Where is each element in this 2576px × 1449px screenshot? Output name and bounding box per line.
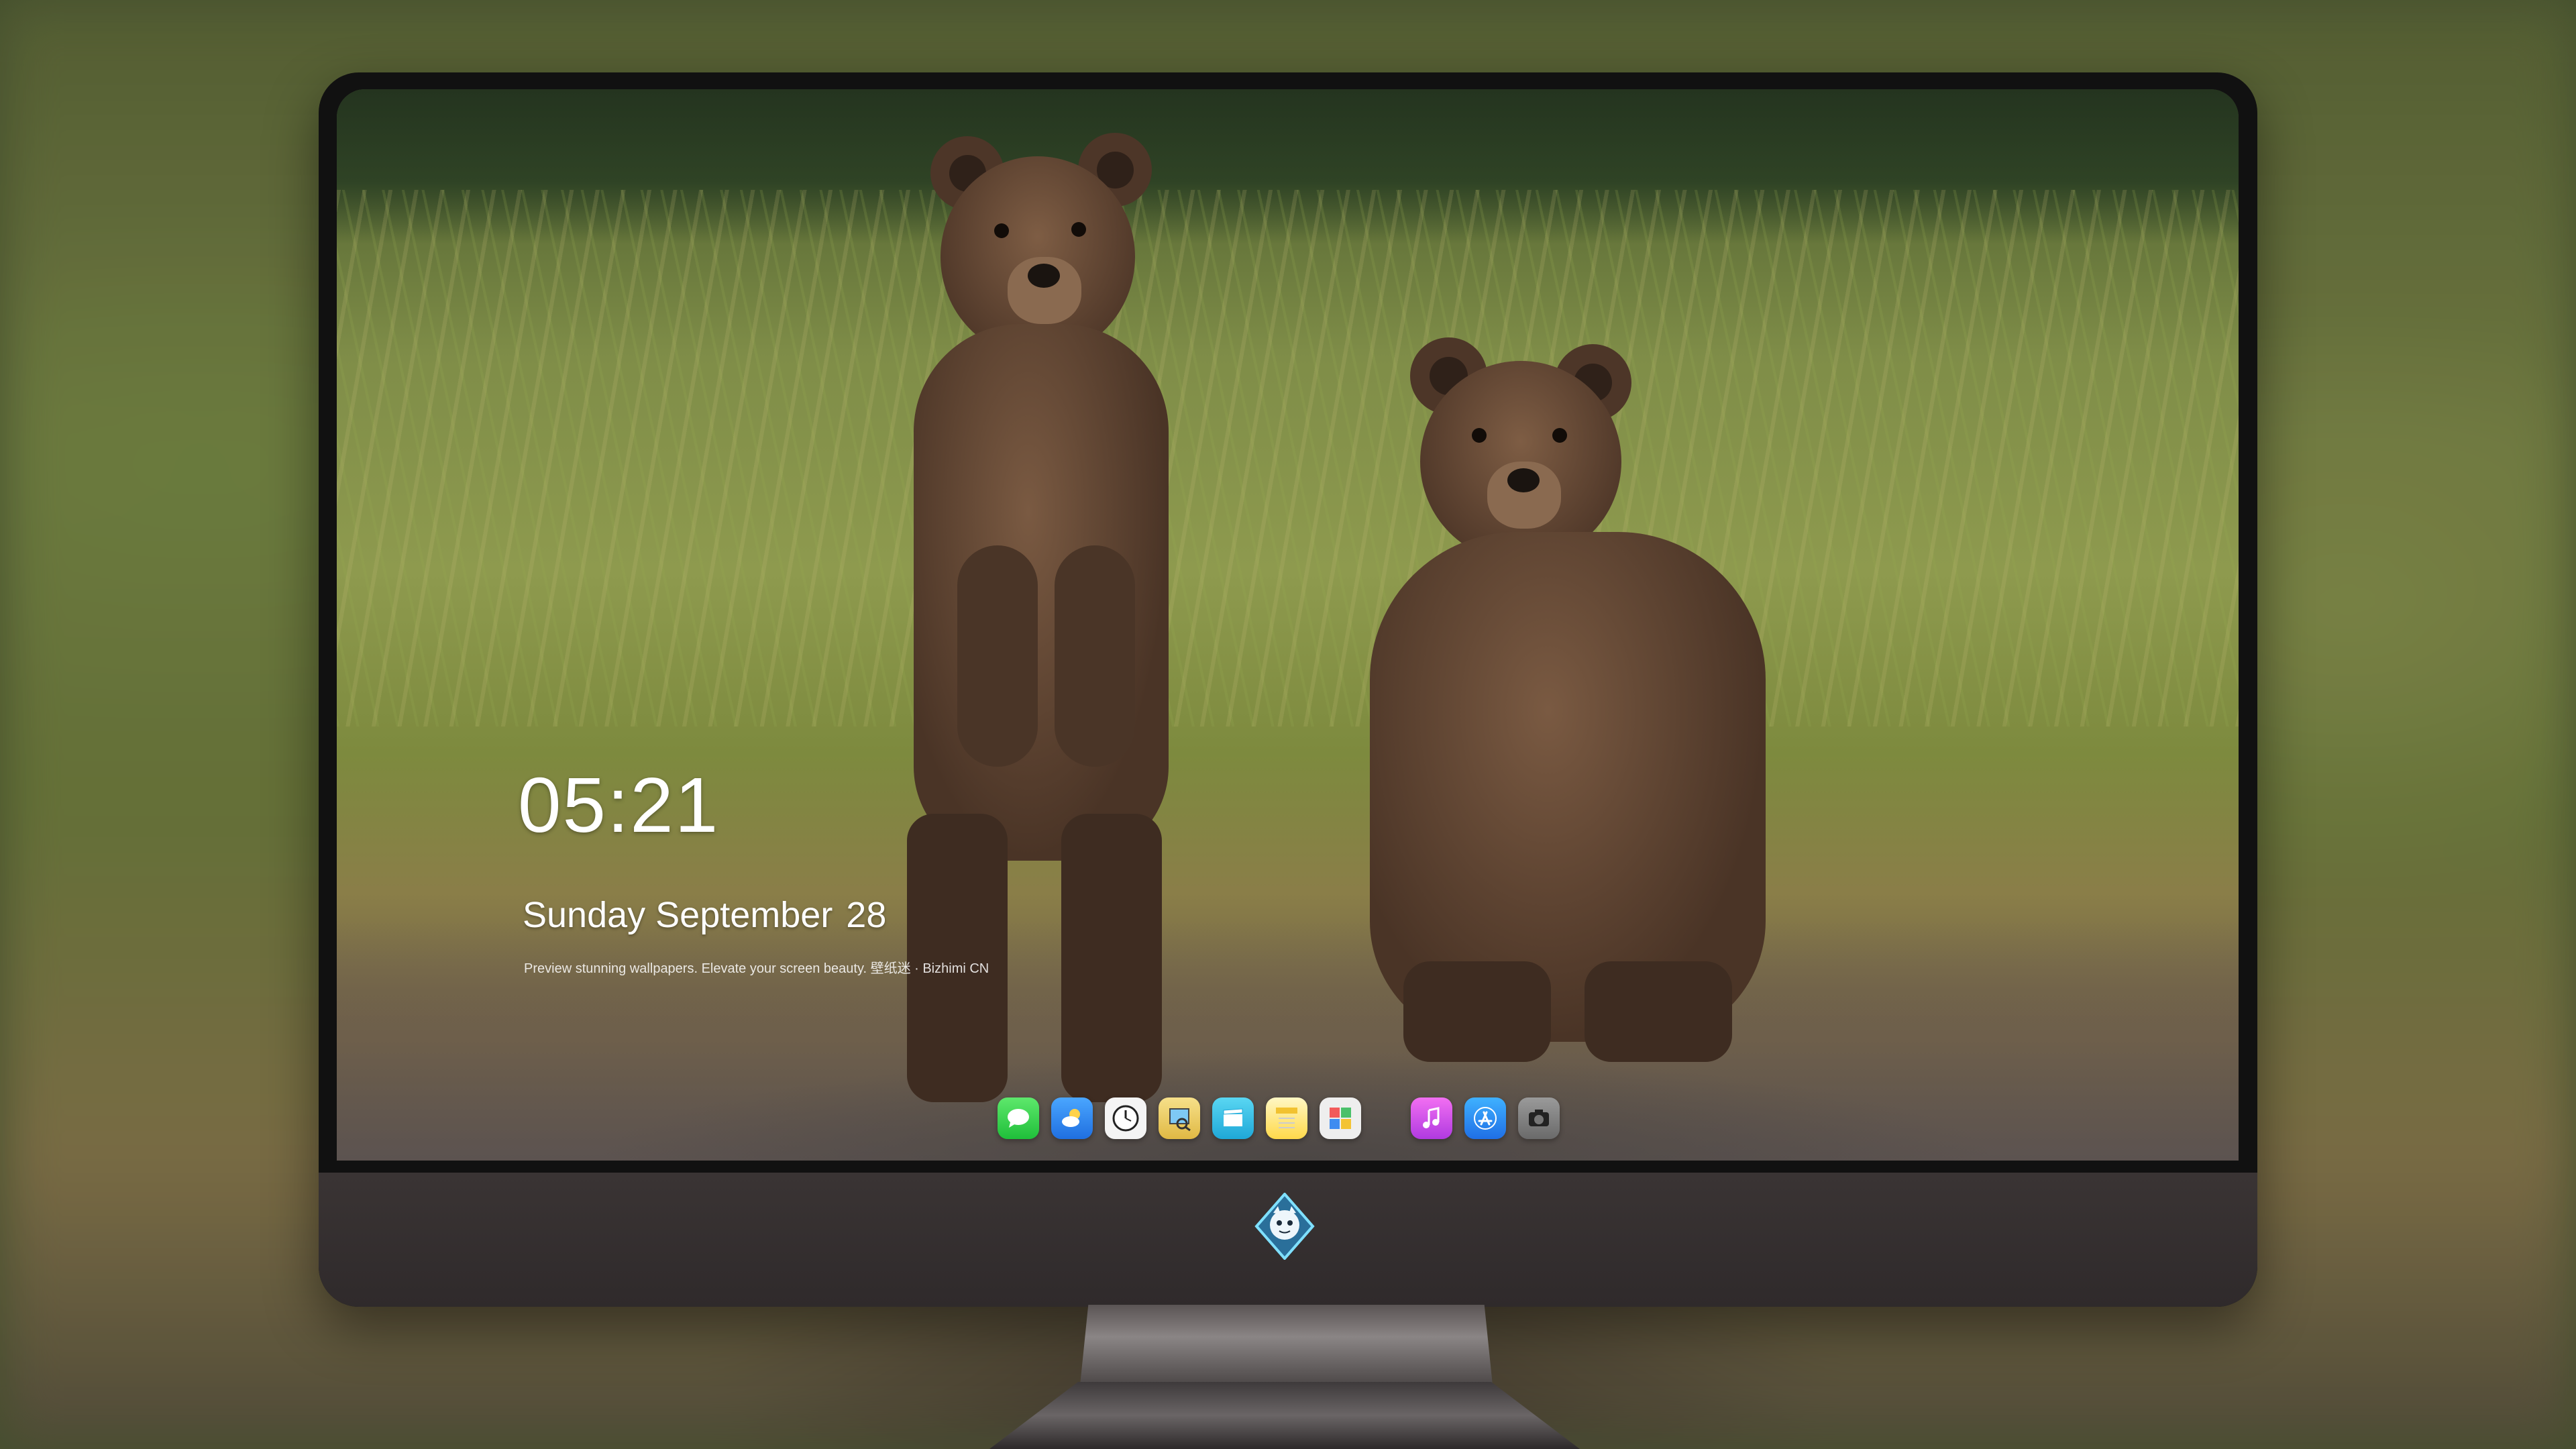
notes-icon[interactable]: [1266, 1097, 1307, 1139]
preview-icon[interactable]: [1159, 1097, 1200, 1139]
lock-screen-clock: 05:21: [518, 761, 720, 849]
monitor: 05:21 Sunday September 28 Preview stunnin…: [319, 72, 2257, 1307]
date-text: Sunday September: [523, 895, 833, 935]
monitor-stand-neck: [1080, 1305, 1493, 1385]
weather-icon[interactable]: [1051, 1097, 1093, 1139]
date-day: 28: [846, 895, 887, 935]
camera-icon[interactable]: [1518, 1097, 1560, 1139]
desktop-screen: 05:21 Sunday September 28 Preview stunnin…: [337, 89, 2239, 1161]
lock-screen-date: Sunday September 28: [523, 894, 886, 936]
wallpaper-caption: Preview stunning wallpapers. Elevate you…: [524, 961, 989, 976]
clapperboard-icon[interactable]: [1212, 1097, 1254, 1139]
music-icon[interactable]: [1411, 1097, 1452, 1139]
messages-icon[interactable]: [998, 1097, 1039, 1139]
monitor-stand-base: [989, 1382, 1580, 1449]
standing-bear-cub: [894, 109, 1175, 1102]
app-store-icon[interactable]: [1464, 1097, 1506, 1139]
clock-icon[interactable]: [1105, 1097, 1146, 1139]
brand-logo-icon: [1251, 1191, 1318, 1261]
photo-icon[interactable]: [1320, 1097, 1361, 1139]
wallpaper-grass: [337, 190, 2239, 727]
sitting-bear-cub: [1363, 337, 1792, 1102]
dock: [998, 1091, 1560, 1145]
